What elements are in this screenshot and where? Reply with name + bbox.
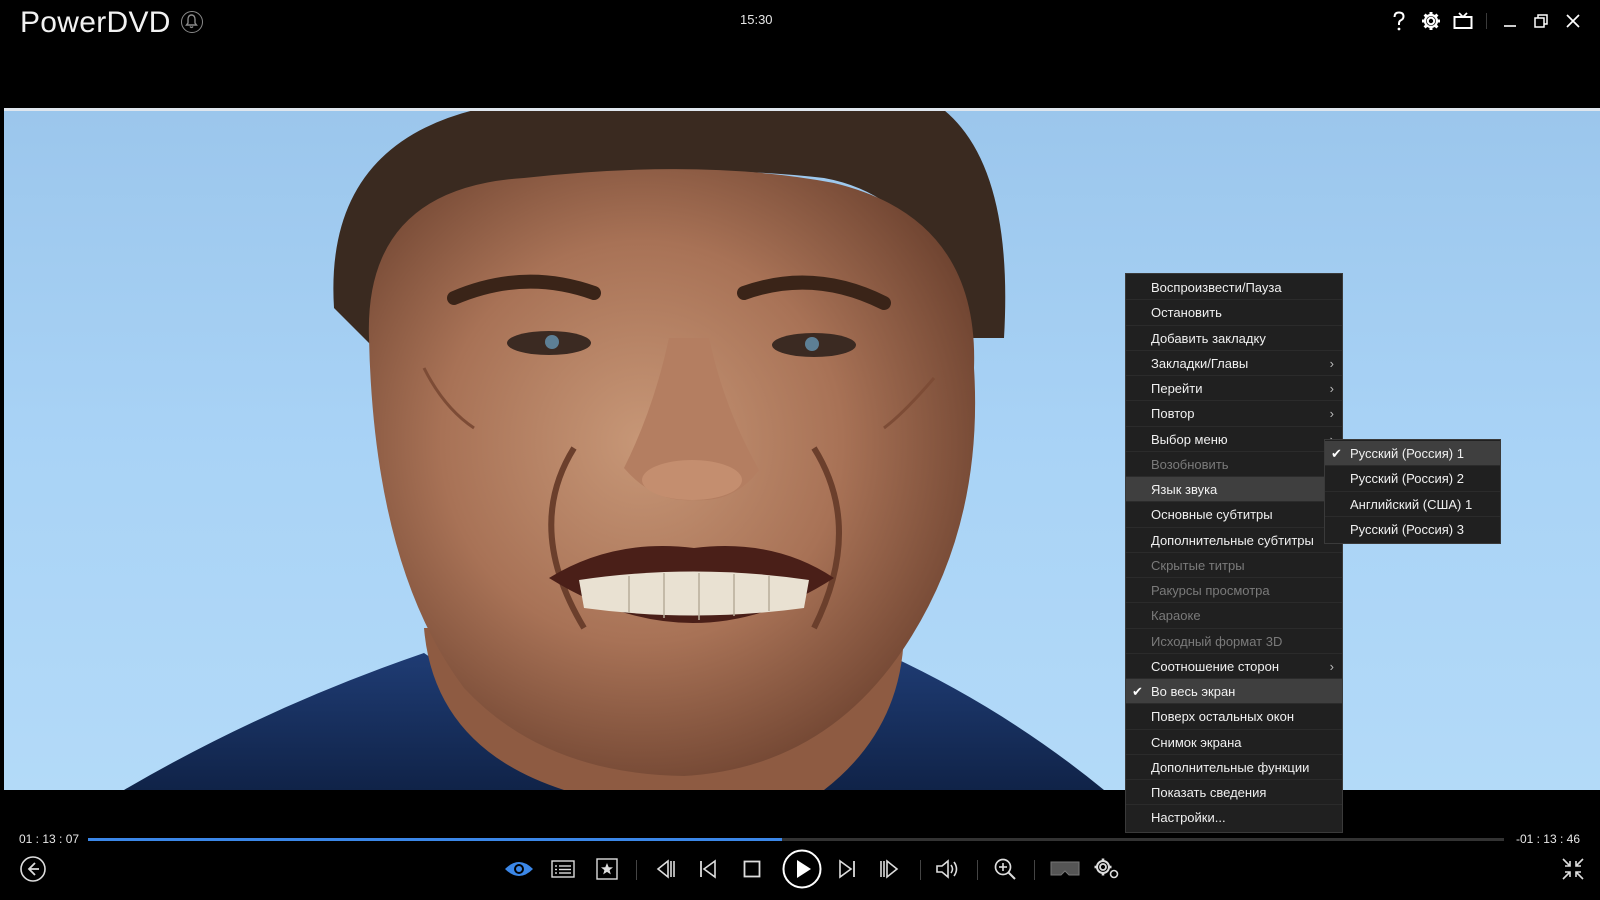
playlist-icon[interactable]	[546, 852, 580, 886]
menu-item-play-pause[interactable]: Воспроизвести/Пауза	[1126, 275, 1342, 301]
checkmark-icon: ✔	[1331, 446, 1342, 461]
tv-mode-icon[interactable]	[1452, 8, 1474, 34]
audio-language-submenu: ✔ Русский (Россия) 1 Русский (Россия) 2 А…	[1324, 439, 1501, 544]
menu-item-fullscreen[interactable]: ✔ Во весь экран	[1126, 679, 1342, 705]
help-icon[interactable]	[1389, 8, 1409, 34]
app-title: PowerDVD	[20, 6, 171, 39]
menu-item-extra-functions[interactable]: Дополнительные функции	[1126, 755, 1342, 780]
elapsed-time: 01 : 13 : 07	[19, 832, 80, 846]
menu-item-stop[interactable]: Остановить	[1126, 300, 1342, 326]
notification-bell-icon[interactable]	[181, 11, 203, 33]
stop-icon[interactable]	[735, 852, 769, 886]
menu-item-show-info[interactable]: Показать сведения	[1126, 780, 1342, 806]
previous-frame-icon[interactable]	[647, 852, 681, 886]
volume-icon[interactable]	[931, 852, 965, 886]
vr-headset-icon[interactable]	[1045, 852, 1085, 886]
menu-item-primary-subtitles[interactable]: Основные субтитры›	[1126, 502, 1342, 528]
next-frame-icon[interactable]	[874, 852, 908, 886]
menu-item-goto[interactable]: Перейти ›	[1126, 376, 1342, 402]
bookmark-star-icon[interactable]	[590, 852, 624, 886]
chevron-right-icon: ›	[1329, 406, 1334, 422]
audio-track-item[interactable]: Английский (США) 1	[1325, 492, 1500, 517]
remaining-time: -01 : 13 : 46	[1515, 832, 1580, 846]
play-button[interactable]	[781, 848, 823, 890]
settings-gear-icon[interactable]	[1420, 8, 1442, 34]
menu-item-aspect-ratio[interactable]: Соотношение сторон ›	[1126, 654, 1342, 679]
previous-chapter-icon[interactable]	[691, 852, 725, 886]
menu-item-karaoke: Караоке	[1126, 603, 1342, 629]
minimize-icon[interactable]	[1499, 8, 1521, 34]
menu-item-add-bookmark[interactable]: Добавить закладку	[1126, 326, 1342, 351]
audio-track-item[interactable]: ✔ Русский (Россия) 1	[1325, 441, 1500, 467]
menu-item-settings[interactable]: Настройки...	[1126, 805, 1342, 830]
advanced-settings-icon[interactable]	[1090, 852, 1124, 886]
menu-item-screenshot[interactable]: Снимок экрана	[1126, 730, 1342, 755]
zoom-in-icon[interactable]	[988, 852, 1022, 886]
audio-track-item[interactable]: Русский (Россия) 2	[1325, 466, 1500, 492]
menu-item-bookmarks-chapters[interactable]: Закладки/Главы ›	[1126, 351, 1342, 376]
chevron-right-icon: ›	[1329, 355, 1334, 371]
exit-fullscreen-icon[interactable]	[1556, 852, 1590, 886]
chevron-right-icon: ›	[1329, 381, 1334, 396]
back-arrow-icon[interactable]	[16, 852, 50, 886]
restore-icon[interactable]	[1530, 8, 1552, 34]
menu-item-resume: Возобновить	[1126, 452, 1342, 477]
close-icon[interactable]	[1562, 8, 1584, 34]
chevron-right-icon: ›	[1329, 658, 1334, 674]
audio-track-item[interactable]: Русский (Россия) 3	[1325, 517, 1500, 542]
seek-bar[interactable]	[88, 838, 1504, 841]
menu-item-secondary-subtitles[interactable]: Дополнительные субтитры›	[1126, 528, 1342, 553]
next-chapter-icon[interactable]	[830, 852, 864, 886]
clock: 15:30	[740, 12, 773, 27]
eye-view-icon[interactable]	[502, 852, 536, 886]
checkmark-icon: ✔	[1132, 684, 1143, 699]
menu-item-repeat[interactable]: Повтор ›	[1126, 401, 1342, 427]
menu-item-menu-select[interactable]: Выбор меню›	[1126, 427, 1342, 452]
menu-item-closed-captions: Скрытые титры	[1126, 553, 1342, 578]
seek-bar-progress	[88, 838, 782, 841]
menu-item-always-on-top[interactable]: Поверх остальных окон	[1126, 704, 1342, 730]
menu-item-source-3d-format: Исходный формат 3D	[1126, 629, 1342, 654]
menu-item-audio-language[interactable]: Язык звука›	[1126, 477, 1342, 503]
menu-item-viewing-angles: Ракурсы просмотра	[1126, 578, 1342, 604]
context-menu: Воспроизвести/Пауза Остановить Добавить …	[1125, 273, 1343, 833]
